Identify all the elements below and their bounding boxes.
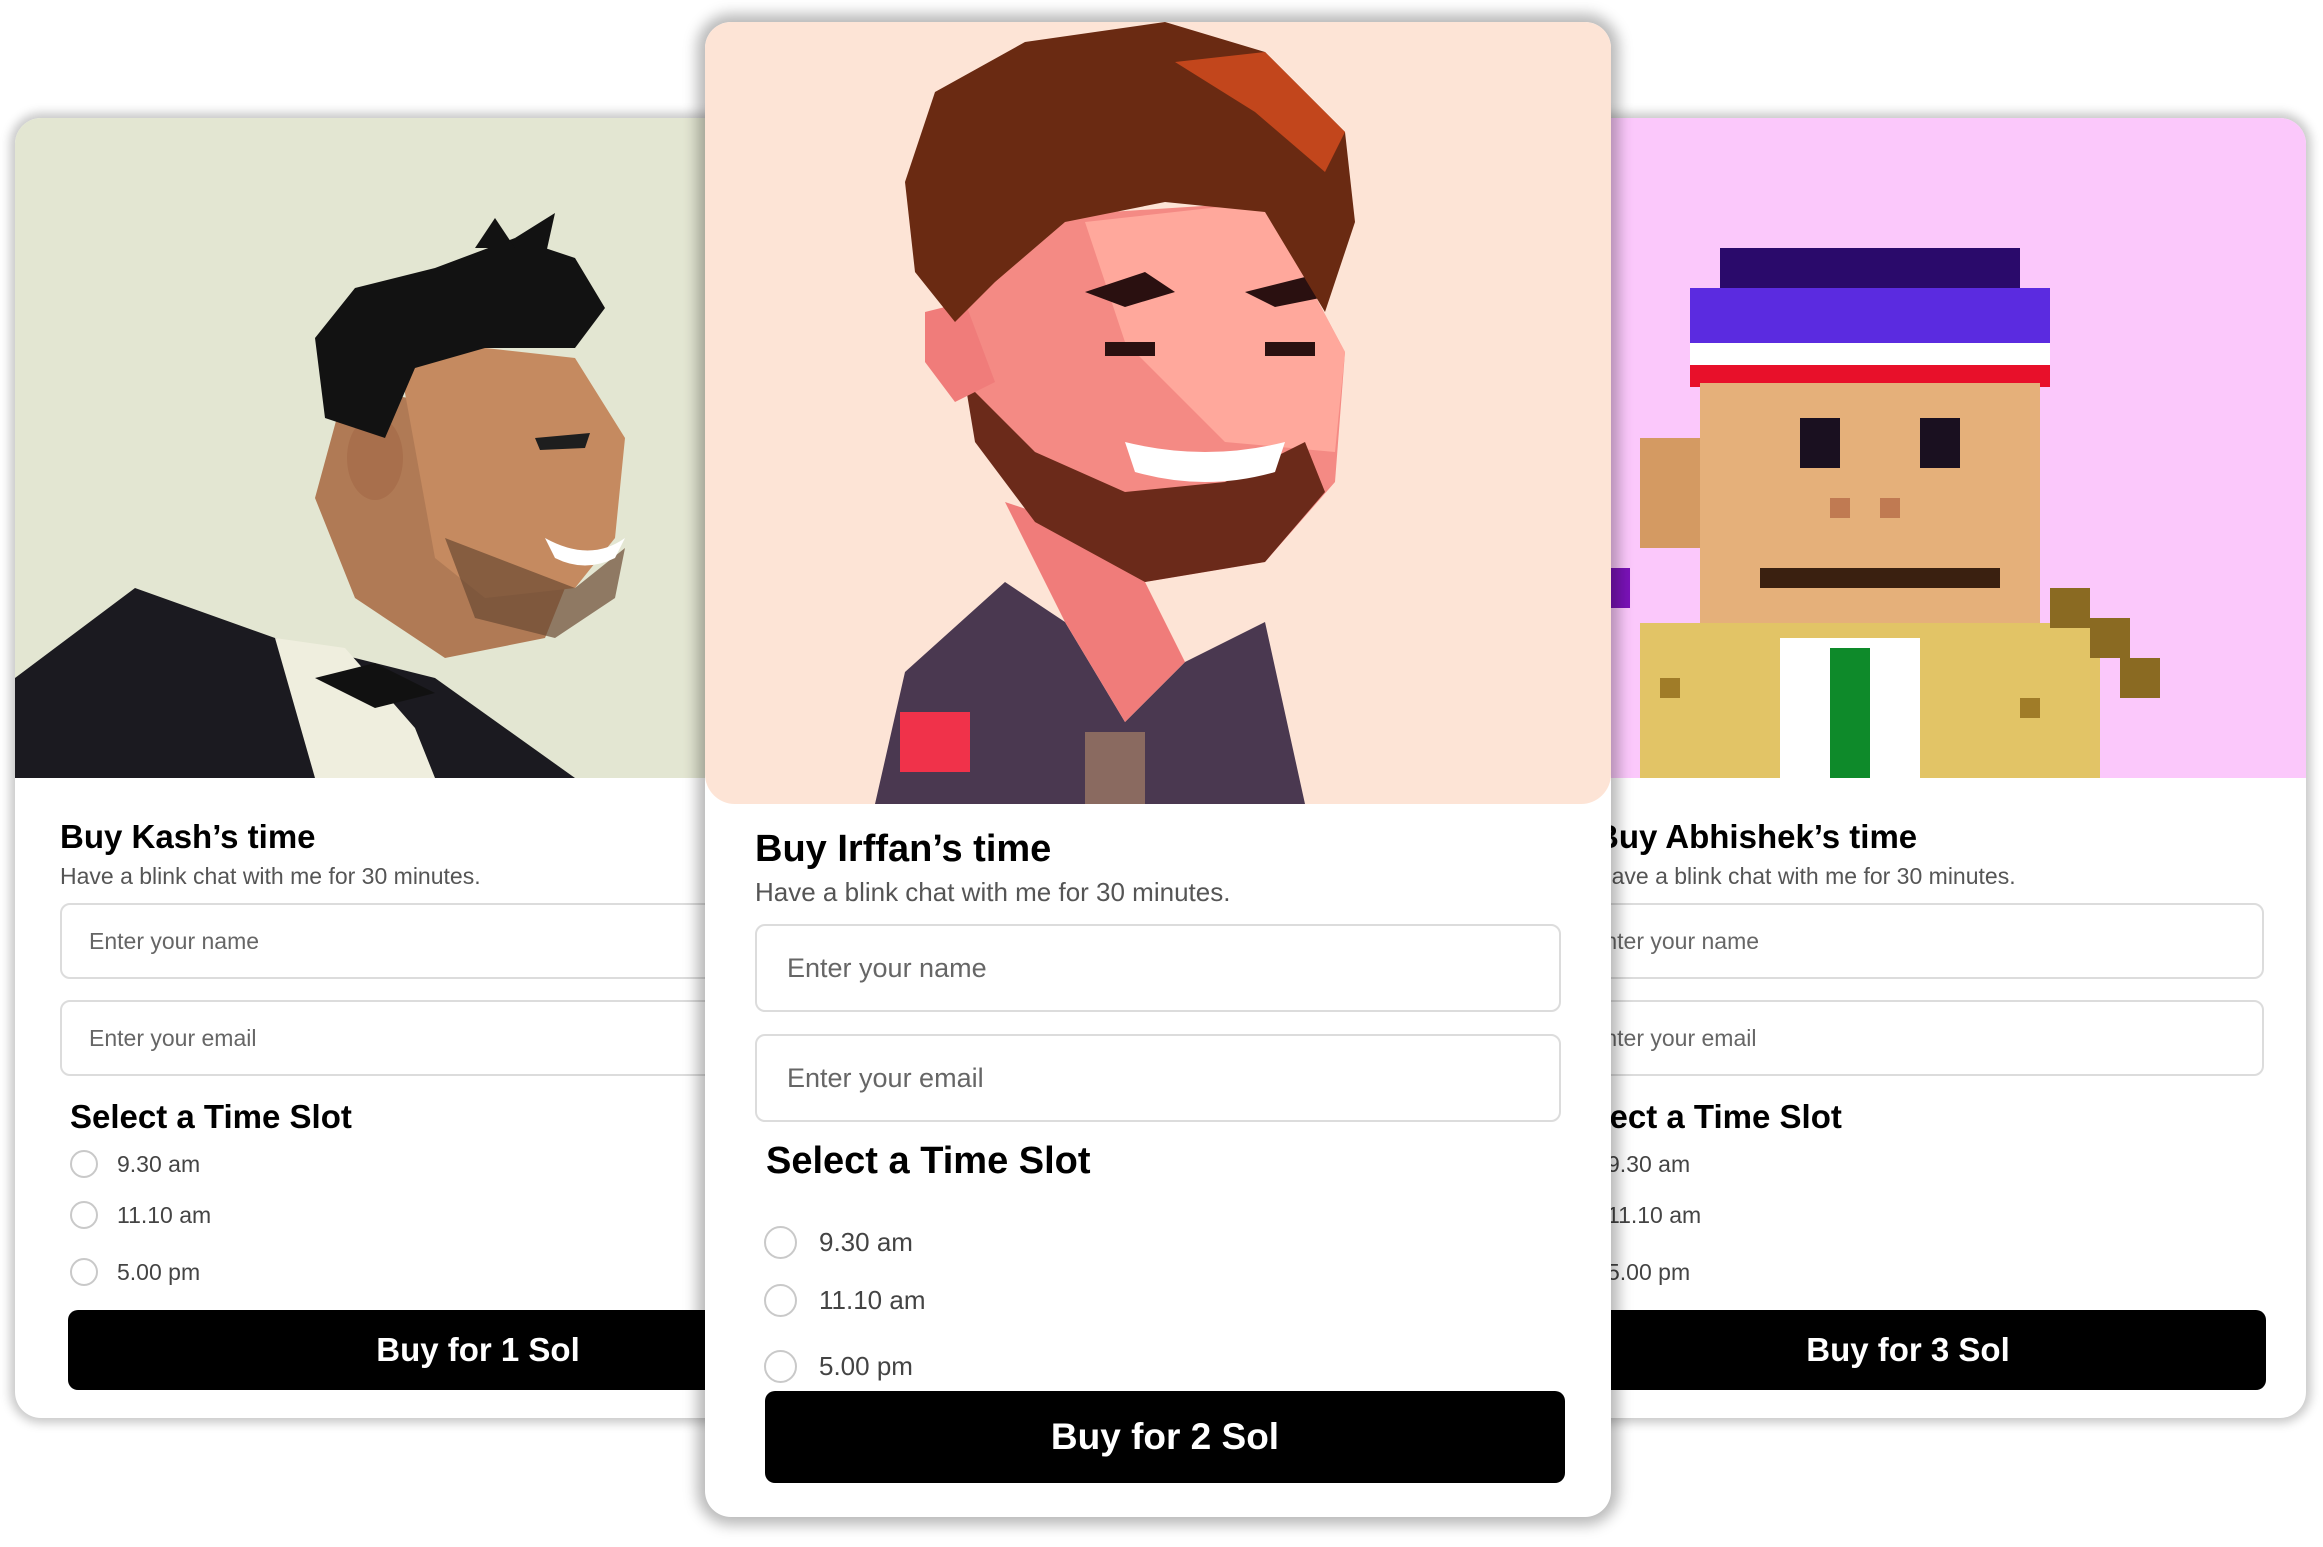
time-slot-heading: Select a Time Slot — [70, 1098, 352, 1135]
time-slot-label: 9.30 am — [1607, 1150, 1691, 1177]
time-slot-option[interactable]: 9.30 am — [70, 1150, 200, 1178]
radio-button[interactable] — [764, 1350, 797, 1383]
time-slot-option[interactable]: 5.00 pm — [70, 1258, 200, 1286]
name-input[interactable] — [755, 924, 1561, 1012]
time-slot-label: 9.30 am — [819, 1227, 913, 1257]
avatar-image-irffan — [705, 22, 1611, 804]
card-title: Buy Abhishek’s time — [1595, 818, 1918, 855]
radio-button[interactable] — [70, 1201, 98, 1229]
time-slot-label: 5.00 pm — [1607, 1258, 1691, 1285]
time-slot-label: 11.10 am — [117, 1201, 212, 1228]
radio-button[interactable] — [70, 1258, 98, 1286]
card-title: Buy Irffan’s time — [755, 828, 1052, 870]
time-slot-label: 11.10 am — [1607, 1201, 1702, 1228]
time-slot-heading: Select a Time Slot — [766, 1140, 1091, 1182]
name-input[interactable] — [1560, 903, 2264, 979]
time-slot-label: 5.00 pm — [117, 1258, 201, 1285]
email-input[interactable] — [755, 1034, 1561, 1122]
time-slot-label: 11.10 am — [819, 1285, 926, 1315]
buy-button[interactable]: Buy for 2 Sol — [765, 1391, 1565, 1483]
card-subtitle: Have a blink chat with me for 30 minutes… — [755, 877, 1231, 907]
time-slot-option[interactable]: 11.10 am — [764, 1284, 925, 1317]
radio-button[interactable] — [764, 1226, 797, 1259]
email-input[interactable] — [1560, 1000, 2264, 1076]
radio-button[interactable] — [70, 1150, 98, 1178]
booking-card-irffan: Buy Irffan’s time Have a blink chat with… — [705, 22, 1611, 1517]
card-subtitle: Have a blink chat with me for 30 minutes… — [1595, 863, 2016, 889]
time-slot-option[interactable]: 11.10 am — [70, 1201, 211, 1229]
card-title: Buy Kash’s time — [60, 818, 316, 855]
radio-button[interactable] — [764, 1284, 797, 1317]
card-subtitle: Have a blink chat with me for 30 minutes… — [60, 863, 481, 889]
time-slot-label: 9.30 am — [117, 1150, 201, 1177]
time-slot-label: 5.00 pm — [819, 1351, 913, 1381]
cards-stage: Buy Kash’s time Have a blink chat with m… — [0, 0, 2323, 1547]
time-slot-option[interactable]: 9.30 am — [764, 1226, 913, 1259]
buy-button[interactable]: Buy for 3 Sol — [1550, 1310, 2266, 1390]
time-slot-option[interactable]: 5.00 pm — [764, 1350, 913, 1383]
